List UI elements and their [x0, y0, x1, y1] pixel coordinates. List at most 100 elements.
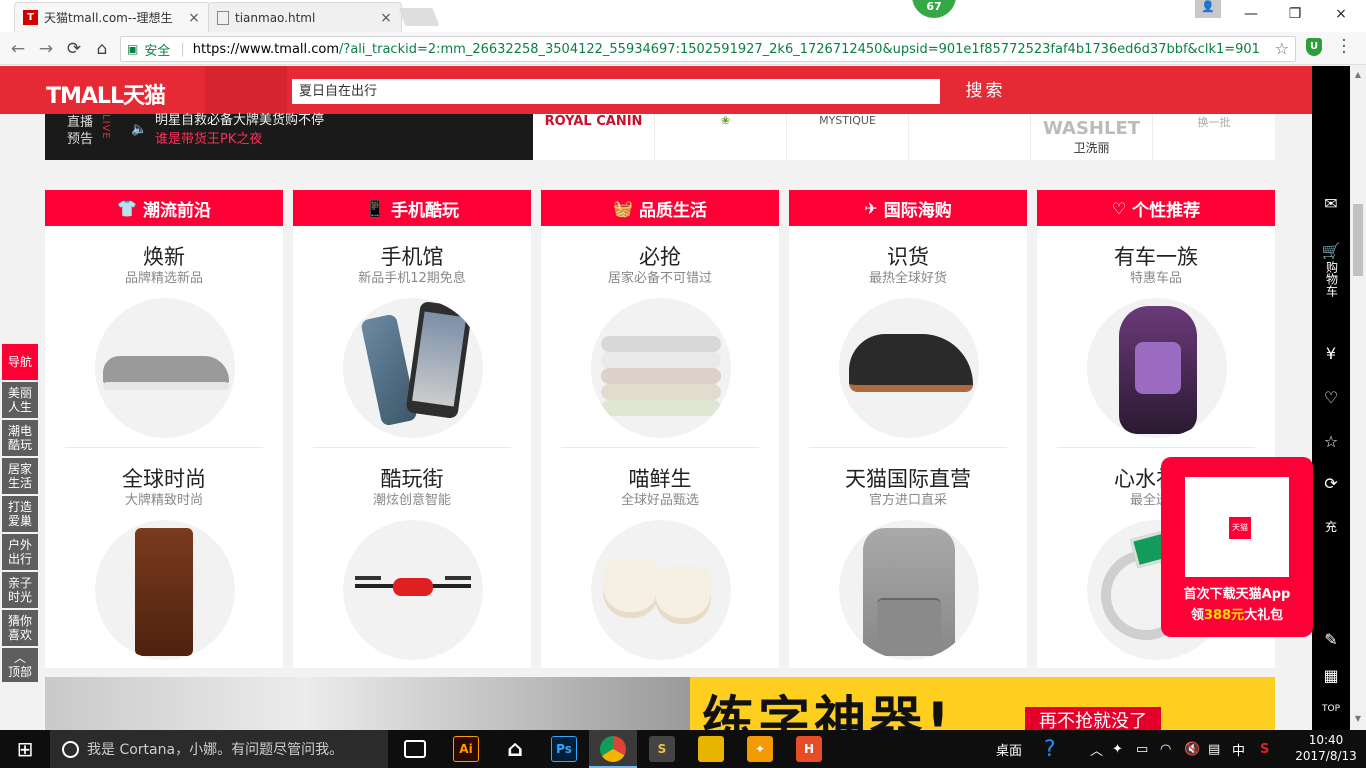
search-input[interactable]: 夏日自在出行 — [290, 77, 942, 106]
cortana-search-box[interactable]: 我是 Cortana，小娜。有问题尽管问我。 — [50, 730, 388, 768]
help-icon[interactable]: ? — [1044, 730, 1056, 768]
history-icon[interactable]: ⟳ — [1312, 474, 1350, 493]
home-app-icon[interactable]: ⌂ — [502, 736, 528, 762]
reload-icon[interactable]: ⟳ — [62, 37, 86, 61]
column-header[interactable]: 🧺 品质生活 — [541, 190, 779, 226]
notification-icon[interactable]: ▤ — [1208, 730, 1220, 768]
star-icon[interactable]: ☆ — [1312, 432, 1350, 451]
illustrator-icon[interactable]: Ai — [453, 736, 479, 762]
coupon-icon[interactable]: ¥ — [1312, 344, 1350, 363]
category-cell[interactable]: 必抢 居家必备不可错过 — [541, 226, 779, 447]
ime-indicator[interactable]: 中 — [1232, 730, 1245, 768]
search-button[interactable]: 搜索 — [941, 77, 1030, 106]
hbuilder-icon[interactable]: H — [796, 736, 822, 762]
scroll-thumb[interactable] — [1353, 204, 1363, 276]
back-to-top-button[interactable]: ︿ 顶部 — [2, 648, 38, 682]
tab-tianmao-html[interactable]: tianmao.html × — [208, 2, 402, 32]
wifi-icon[interactable]: ◠ — [1160, 730, 1171, 768]
tray-app-icon[interactable]: ✦ — [1112, 730, 1123, 768]
qr-code: 天猫 — [1185, 477, 1289, 577]
category-cell[interactable]: 天猫国际直营 官方进口直采 — [789, 448, 1027, 669]
chrome-icon[interactable] — [600, 736, 626, 762]
promo-banner[interactable]: 练字神器! 再不抢就没了 — [45, 677, 1275, 730]
sogou-icon[interactable]: S — [1260, 730, 1269, 768]
minimize-icon[interactable]: — — [1228, 0, 1274, 28]
home-icon[interactable]: ⌂ — [90, 37, 114, 61]
scroll-down-icon[interactable]: ▼ — [1350, 714, 1366, 723]
bookmark-star-icon[interactable]: ☆ — [1275, 39, 1289, 58]
sublime-icon[interactable]: S — [649, 736, 675, 762]
cell-title: 识货 — [887, 245, 929, 269]
floor-nav-item[interactable]: 美丽人生 — [2, 382, 38, 418]
tmall-logo[interactable]: TMALL天猫 — [46, 78, 166, 110]
app-download-popup[interactable]: 天猫 首次下载天猫App 领388元大礼包 — [1161, 457, 1313, 637]
brand-logo[interactable] — [909, 114, 1031, 160]
category-cell[interactable]: 全球时尚 大牌精致时尚 — [45, 448, 283, 669]
top-button[interactable]: TOP — [1312, 704, 1350, 714]
file-explorer-icon[interactable] — [698, 736, 724, 762]
tab-tmall[interactable]: T 天猫tmall.com--理想生 × — [14, 2, 210, 32]
app-icon[interactable]: ✦ — [747, 736, 773, 762]
column-header[interactable]: 👕 潮流前沿 — [45, 190, 283, 226]
volume-muted-icon[interactable]: 🔇 — [1184, 730, 1200, 768]
adblock-shield-icon[interactable]: U — [1306, 38, 1322, 56]
desktop-label[interactable]: 桌面 — [996, 730, 1022, 768]
swap-brands-link[interactable]: 换一批 — [1153, 114, 1275, 160]
task-view-icon[interactable] — [404, 740, 426, 758]
close-window-icon[interactable]: × — [1318, 0, 1364, 28]
speaker-icon: 🔈 — [131, 122, 148, 137]
back-icon[interactable]: ← — [6, 37, 30, 61]
category-cell[interactable]: 喵鲜生 全球好品甄选 — [541, 448, 779, 669]
battery-icon[interactable]: ▭ — [1136, 730, 1148, 768]
column-header[interactable]: ♡ 个性推荐 — [1037, 190, 1275, 226]
cortana-icon — [62, 740, 79, 758]
windows-start-icon[interactable]: ⊞ — [10, 734, 40, 764]
mail-icon[interactable]: ✉ — [1312, 194, 1350, 213]
new-tab-button[interactable] — [398, 8, 440, 26]
page-scrollbar[interactable]: ▲ ▼ — [1350, 66, 1366, 730]
column-header[interactable]: ✈ 国际海购 — [789, 190, 1027, 226]
floor-nav-item[interactable]: 居家生活 — [2, 458, 38, 494]
brand-washlet[interactable]: WASHLET 卫洗丽 — [1031, 114, 1153, 160]
browser-menu-icon[interactable]: · · · — [1338, 33, 1350, 62]
maximize-icon[interactable]: ❐ — [1272, 0, 1318, 28]
close-tab-icon[interactable]: × — [187, 10, 201, 26]
live-preview-strip[interactable]: 直播 预告 LIVE 🔈 明星自救必备大牌美货购不停 谁是带货王PK之夜 — [45, 113, 533, 160]
category-cell[interactable]: 酷玩街 潮炫创意智能 — [293, 448, 531, 669]
close-tab-icon[interactable]: × — [379, 10, 393, 26]
recharge-icon[interactable]: 充 — [1312, 518, 1350, 535]
live-subheadline[interactable]: 谁是带货王PK之夜 — [155, 128, 262, 147]
address-bar[interactable]: ▣ 安全 | https://www.tmall.com/?ali_tracki… — [120, 36, 1296, 62]
photoshop-icon[interactable]: Ps — [551, 736, 577, 762]
live-headline[interactable]: 明星自救必备大牌美货购不停 — [155, 109, 324, 128]
extension-badge[interactable]: 67 — [912, 0, 956, 18]
category-cell[interactable]: 有车一族 特惠车品 — [1037, 226, 1275, 447]
scroll-up-icon[interactable]: ▲ — [1350, 70, 1366, 79]
floor-nav-item[interactable]: 导航 — [2, 344, 38, 380]
column-header[interactable]: 📱 手机酷玩 — [293, 190, 531, 226]
taskbar-clock[interactable]: 10:40 2017/8/13 — [1293, 732, 1359, 764]
brand-logo[interactable]: ❀ — [665, 114, 787, 160]
brand-mystique[interactable]: MYSTIQUE — [787, 114, 909, 160]
floor-nav-item[interactable]: 潮电酷玩 — [2, 420, 38, 456]
cell-title: 有车一族 — [1114, 245, 1198, 269]
category-cell[interactable]: 手机馆 新品手机12期免息 — [293, 226, 531, 447]
clock-time: 10:40 — [1308, 733, 1344, 747]
category-cell[interactable]: 焕新 品牌精选新品 — [45, 226, 283, 447]
floor-nav-item[interactable]: 打造爱巢 — [2, 496, 38, 532]
cell-subtitle: 官方进口直采 — [868, 493, 947, 508]
category-cell[interactable]: 识货 最热全球好货 — [789, 226, 1027, 447]
brand-royal-canin[interactable]: ROYAL CANIN — [533, 114, 655, 160]
qr-code-icon[interactable]: ▦ — [1312, 666, 1350, 685]
user-profile-icon[interactable]: 👤 — [1195, 0, 1221, 18]
cart-button[interactable]: 🛒 购物车 — [1312, 244, 1350, 301]
floor-nav-item[interactable]: 亲子时光 — [2, 572, 38, 608]
favorites-icon[interactable]: ♡ — [1312, 388, 1350, 407]
category-column: ✈ 国际海购 识货 最热全球好货 天猫国际直营 官方进口直采 — [789, 190, 1027, 668]
floor-nav-item[interactable]: 户外出行 — [2, 534, 38, 570]
feedback-icon[interactable]: ✎ — [1312, 630, 1350, 649]
floor-nav-item[interactable]: 猜你喜欢 — [2, 610, 38, 646]
forward-icon[interactable]: → — [34, 37, 58, 61]
tray-chevron-icon[interactable]: ︿ — [1090, 730, 1103, 768]
banner-promo: 练字神器! 再不抢就没了 — [690, 677, 1275, 730]
